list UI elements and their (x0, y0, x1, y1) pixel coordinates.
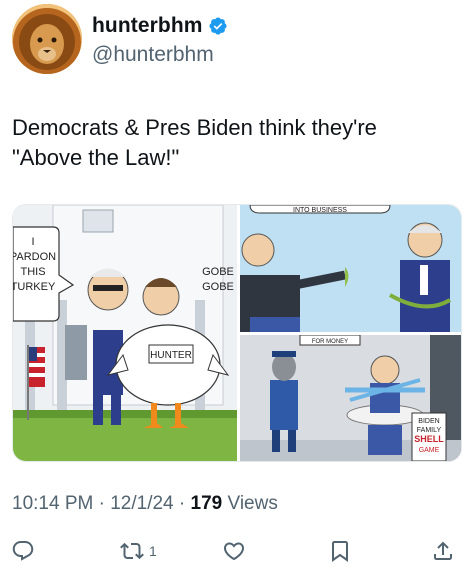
share-button[interactable] (431, 536, 455, 566)
tweet-header: hunterbhm @hunterbhm (12, 4, 228, 74)
handle[interactable]: @hunterbhm (92, 43, 228, 67)
lion-avatar-image (12, 4, 82, 74)
reply-icon (12, 541, 34, 561)
shell-sign-line-2: FAMILY (417, 427, 442, 434)
views-count: 179 (190, 493, 223, 514)
top-banner-text: INTO BUSINESS (293, 207, 347, 214)
views-label: Views (227, 493, 278, 514)
turkey-label: HUNTER (150, 350, 192, 361)
display-name[interactable]: hunterbhm (92, 14, 203, 38)
retweet-count: 1 (149, 543, 157, 559)
cartoon-shell-game[interactable]: FOR MONEY BIDEN FAMILY SHELL GAME (240, 335, 461, 461)
tweet-time[interactable]: 10:14 PM (12, 493, 93, 514)
bubble-line-4: TURKEY (13, 281, 56, 293)
action-bar: 1 (0, 536, 465, 566)
bubble-line-3: THIS (20, 266, 45, 278)
cartoon-melting-figure[interactable]: INTO BUSINESS (240, 205, 461, 332)
tweet-date[interactable]: 12/1/24 (110, 493, 173, 514)
money-sign-text: FOR MONEY (312, 339, 348, 345)
heart-icon (223, 542, 245, 561)
shell-sign-line-1: BIDEN (418, 418, 439, 425)
like-button[interactable] (222, 536, 246, 566)
retweet-icon (120, 542, 144, 560)
bookmark-button[interactable] (328, 536, 352, 566)
meta-separator-2: · (178, 493, 191, 514)
reply-button[interactable] (11, 536, 35, 566)
bubble-line-2: PARDON (13, 251, 56, 263)
shell-sign-line-3: SHELL (414, 434, 444, 444)
tweet-text: Democrats & Pres Biden think they're "Ab… (12, 113, 452, 173)
share-icon (434, 541, 452, 560)
avatar[interactable] (12, 4, 82, 74)
tweet-text-line-1: Democrats & Pres Biden think they're (12, 115, 377, 140)
bubble-line-1: I (31, 236, 34, 248)
cartoon-pardon-turkey[interactable]: I PARDON THIS TURKEY GOBE GOBE HUNTER (13, 205, 237, 461)
gobble-line-2: GOBE (202, 281, 234, 293)
meta-separator-1: · (98, 493, 111, 514)
media-grid[interactable]: I PARDON THIS TURKEY GOBE GOBE HUNTER IN… (12, 204, 462, 462)
tweet-meta: 10:14 PM · 12/1/24 · 179 Views (12, 493, 278, 515)
shell-sign-line-4: GAME (419, 447, 440, 454)
verified-badge-icon (209, 17, 227, 35)
bookmark-icon (332, 541, 348, 562)
tweet-text-line-2: "Above the Law!" (12, 145, 180, 170)
gobble-line-1: GOBE (202, 266, 234, 278)
retweet-button[interactable]: 1 (120, 536, 157, 566)
